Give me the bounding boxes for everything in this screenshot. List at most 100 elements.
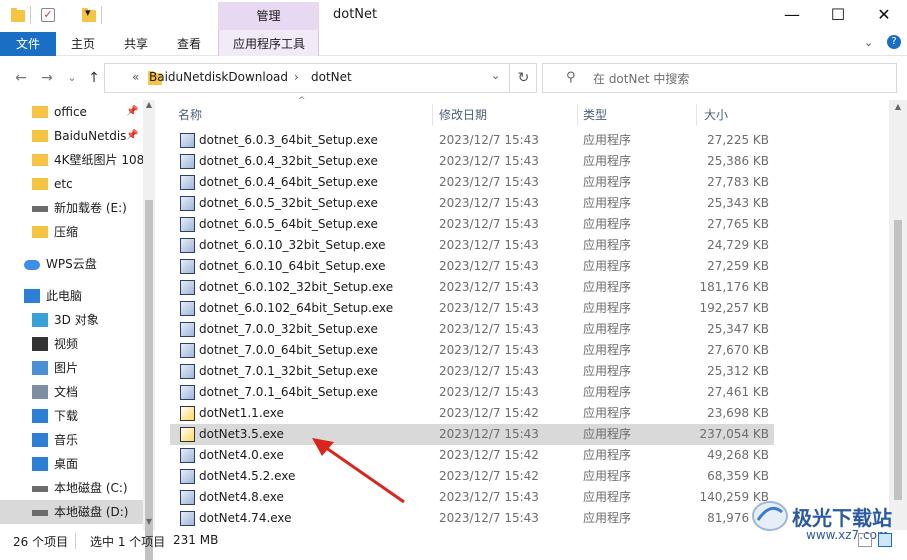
- scroll-up-icon[interactable]: ▲: [890, 102, 906, 111]
- status-item-count: 26 个项目: [13, 535, 69, 549]
- tab-home[interactable]: 主页: [62, 32, 104, 56]
- file-type: 应用程序: [583, 406, 632, 420]
- sidebar-item[interactable]: 文档: [0, 380, 155, 404]
- column-separator[interactable]: [577, 104, 578, 126]
- sidebar-item-label: 文档: [54, 385, 79, 399]
- large-icons-view-icon[interactable]: [878, 533, 892, 547]
- scroll-down-icon[interactable]: ▼: [143, 517, 155, 529]
- sidebar-item[interactable]: etc: [0, 172, 155, 196]
- column-header-type[interactable]: 类型: [583, 104, 607, 126]
- sidebar-item[interactable]: office 📌: [0, 100, 155, 124]
- file-row[interactable]: dotnet_6.0.5_64bit_Setup.exe 2023/12/7 15…: [170, 214, 774, 235]
- file-row[interactable]: dotnet_6.0.102_32bit_Setup.exe 2023/12/7 …: [170, 277, 774, 298]
- breadcrumb-separator[interactable]: ›: [294, 70, 299, 84]
- refresh-button[interactable]: ↻: [509, 64, 537, 92]
- file-row[interactable]: dotnet_6.0.10_32bit_Setup.exe 2023/12/7 1…: [170, 235, 774, 256]
- sidebar-item[interactable]: 本地磁盘 (D:): [0, 500, 155, 524]
- annotation-arrow-shaft: [321, 443, 405, 504]
- scroll-up-icon[interactable]: ▲: [143, 100, 155, 112]
- sidebar-item[interactable]: 压缩: [0, 220, 155, 244]
- file-name: dotnet_6.0.4_32bit_Setup.exe: [199, 154, 378, 168]
- file-row[interactable]: dotNet1.1.exe 2023/12/7 15:42 应用程序 23,698 K…: [170, 403, 774, 424]
- exe-file-icon: [180, 280, 195, 295]
- file-date: 2023/12/7 15:43: [439, 238, 539, 252]
- file-date: 2023/12/7 15:43: [439, 322, 539, 336]
- file-row[interactable]: dotnet_7.0.1_32bit_Setup.exe 2023/12/7 15…: [170, 361, 774, 382]
- tab-view[interactable]: 查看: [168, 32, 210, 56]
- minimize-button[interactable]: —: [769, 0, 815, 32]
- sidebar-item[interactable]: 音乐: [0, 428, 155, 452]
- file-date: 2023/12/7 15:43: [439, 259, 539, 273]
- sidebar-item[interactable]: BaiduNetdis 📌: [0, 124, 155, 148]
- file-row[interactable]: dotnet_6.0.10_64bit_Setup.exe 2023/12/7 1…: [170, 256, 774, 277]
- file-row[interactable]: dotNet3.5.exe 2023/12/7 15:43 应用程序 237,054 …: [170, 424, 774, 445]
- breadcrumb-overflow[interactable]: «: [132, 70, 139, 84]
- column-separator[interactable]: [432, 104, 433, 126]
- exe-file-icon: [180, 511, 195, 526]
- file-date: 2023/12/7 15:43: [439, 385, 539, 399]
- column-header-size[interactable]: 大小: [704, 104, 728, 126]
- watermark-logo-icon: [752, 501, 788, 531]
- file-row[interactable]: dotnet_7.0.0_64bit_Setup.exe 2023/12/7 15…: [170, 340, 774, 361]
- file-row[interactable]: dotnet_6.0.102_64bit_Setup.exe 2023/12/7 …: [170, 298, 774, 319]
- file-row[interactable]: dotnet_6.0.5_32bit_Setup.exe 2023/12/7 15…: [170, 193, 774, 214]
- sidebar-item[interactable]: 4K壁纸图片 108: [0, 148, 155, 172]
- search-input[interactable]: 在 dotNet 中搜索: [593, 70, 689, 87]
- file-date: 2023/12/7 15:42: [439, 469, 539, 483]
- sidebar-item[interactable]: 新加载卷 (E:): [0, 196, 155, 220]
- breadcrumb-dotnet[interactable]: dotNet: [311, 70, 352, 84]
- file-row[interactable]: dotNet4.8.exe 2023/12/7 15:43 应用程序 140,259 …: [170, 487, 774, 508]
- file-type: 应用程序: [583, 259, 632, 273]
- file-row[interactable]: dotnet_6.0.4_64bit_Setup.exe 2023/12/7 15…: [170, 172, 774, 193]
- file-date: 2023/12/7 15:43: [439, 511, 539, 525]
- folder-icon: [32, 130, 48, 142]
- file-row[interactable]: dotnet_7.0.0_32bit_Setup.exe 2023/12/7 15…: [170, 319, 774, 340]
- file-row[interactable]: dotNet4.0.exe 2023/12/7 15:42 应用程序 49,268 K…: [170, 445, 774, 466]
- up-button[interactable]: ↑: [84, 68, 104, 88]
- customize-toolbar-icon[interactable]: ▾: [85, 6, 91, 19]
- tab-application-tools[interactable]: 应用程序工具: [222, 32, 316, 56]
- sidebar-item[interactable]: 桌面: [0, 452, 155, 476]
- tab-file[interactable]: 文件: [0, 32, 56, 56]
- close-button[interactable]: ✕: [861, 0, 907, 32]
- scrollbar-thumb[interactable]: [145, 200, 153, 560]
- scrollbar-thumb[interactable]: [894, 220, 902, 500]
- sidebar-item[interactable]: 此电脑: [0, 284, 155, 308]
- file-list-scrollbar[interactable]: [889, 100, 907, 530]
- forward-button[interactable]: →: [37, 68, 57, 88]
- help-button[interactable]: ?: [887, 35, 901, 49]
- sidebar-item[interactable]: 本地磁盘 (C:): [0, 476, 155, 500]
- file-size: 27,765 KB: [707, 217, 769, 231]
- file-date: 2023/12/7 15:43: [439, 154, 539, 168]
- tab-share[interactable]: 共享: [115, 32, 157, 56]
- sidebar-item[interactable]: 视频: [0, 332, 155, 356]
- file-type: 应用程序: [583, 322, 632, 336]
- column-separator[interactable]: [696, 104, 697, 126]
- back-button[interactable]: ←: [11, 68, 31, 88]
- file-row[interactable]: dotnet_6.0.4_32bit_Setup.exe 2023/12/7 15…: [170, 151, 774, 172]
- address-dropdown-icon[interactable]: ⌄: [491, 69, 500, 82]
- sidebar-item[interactable]: 下载: [0, 404, 155, 428]
- navigation-scrollbar[interactable]: [143, 100, 155, 560]
- file-row[interactable]: dotnet_7.0.1_64bit_Setup.exe 2023/12/7 15…: [170, 382, 774, 403]
- file-date: 2023/12/7 15:43: [439, 175, 539, 189]
- file-size: 181,176 KB: [699, 280, 769, 294]
- recent-locations-button[interactable]: ⌄: [62, 68, 82, 88]
- sidebar-item[interactable]: 图片: [0, 356, 155, 380]
- column-header-date[interactable]: 修改日期: [439, 104, 487, 126]
- sidebar-item[interactable]: WPS云盘: [0, 252, 155, 276]
- maximize-button[interactable]: ☐: [815, 0, 861, 32]
- file-row[interactable]: dotNet4.74.exe 2023/12/7 15:43 应用程序 81,976 …: [170, 508, 774, 529]
- properties-icon[interactable]: ✓: [41, 8, 55, 22]
- pin-icon: 📌: [126, 106, 139, 117]
- column-header-name[interactable]: 名称: [178, 104, 202, 126]
- file-row[interactable]: dotnet_6.0.3_64bit_Setup.exe 2023/12/7 15…: [170, 130, 774, 151]
- details-view-icon[interactable]: [858, 533, 872, 547]
- breadcrumb-baidunetdiskdownload[interactable]: BaiduNetdiskDownload: [149, 70, 288, 84]
- sidebar-item[interactable]: 3D 对象: [0, 308, 155, 332]
- navigation-pane: office 📌 BaiduNetdis 📌 4K壁纸图片 108 etc 新加载卷 (E:…: [0, 100, 155, 530]
- expand-ribbon-icon[interactable]: ⌄: [864, 36, 873, 49]
- sidebar-item-label: 本地磁盘 (D:): [54, 505, 129, 519]
- file-row[interactable]: dotNet4.5.2.exe 2023/12/7 15:42 应用程序 68,359…: [170, 466, 774, 487]
- file-type: 应用程序: [583, 196, 632, 210]
